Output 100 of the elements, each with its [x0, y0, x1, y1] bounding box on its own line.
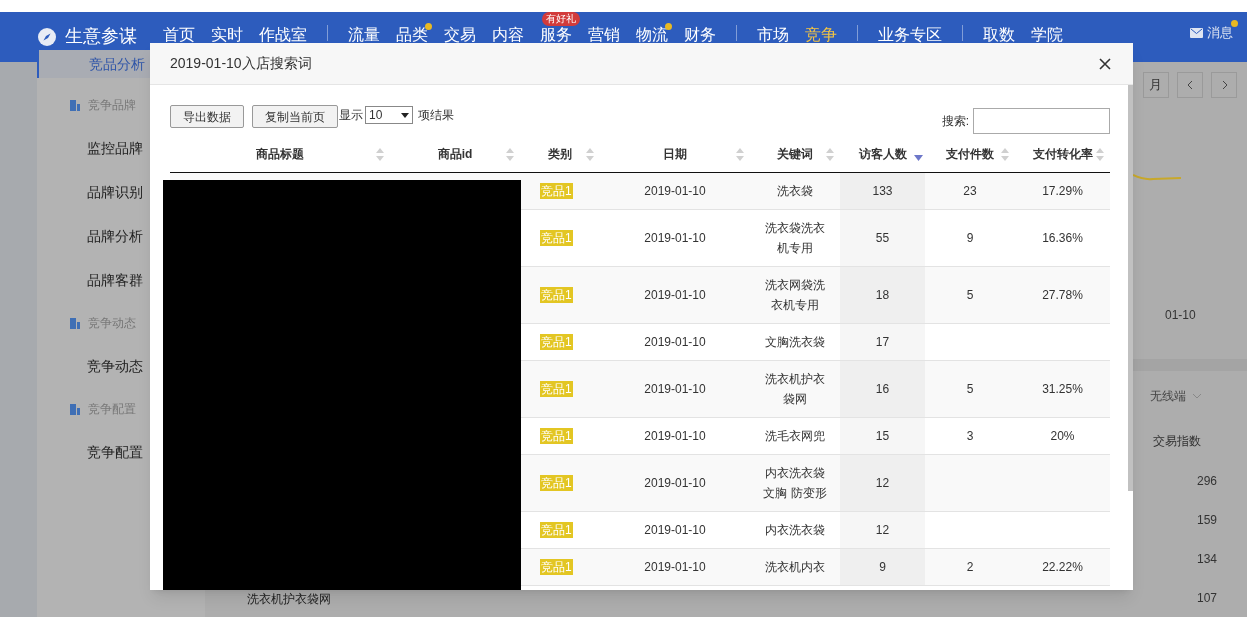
table-cell-text: 107 — [1196, 590, 1217, 607]
compass-icon — [37, 26, 57, 47]
category-tag: 竞品1 — [540, 428, 573, 444]
table-cell-text: 洗衣机护衣袋网 — [764, 371, 826, 408]
device-select[interactable]: 无线端 — [1150, 387, 1202, 405]
column-header[interactable]: 类别 — [520, 136, 600, 172]
nav-link[interactable]: 市场 — [749, 26, 797, 43]
table-cell-text: 洗衣网袋洗衣机专用 — [764, 277, 826, 314]
table-cell-text: 23 — [963, 183, 977, 200]
toolbar-button[interactable]: 复制当前页 — [252, 105, 338, 128]
nav-link[interactable]: 作战室 — [251, 26, 315, 43]
table-cell-text: 296 — [1196, 473, 1217, 490]
building-icon — [69, 403, 81, 415]
category-tag: 竞品1 — [540, 230, 573, 246]
table-cell-text: 洗衣机护衣袋网 — [247, 591, 331, 608]
table-cell-text: 134 — [1196, 551, 1217, 568]
table-cell-text: 2019-01-10 — [644, 559, 706, 576]
table-cell-text: 9 — [879, 559, 886, 576]
next-button[interactable] — [1211, 72, 1237, 98]
column-header[interactable]: 商品标题 — [170, 136, 390, 172]
toolbar-button[interactable]: 导出数据 — [170, 105, 244, 128]
table-cell-text: 2019-01-10 — [644, 230, 706, 247]
column-header[interactable]: 关键词 — [750, 136, 840, 172]
search-label: 搜索: — [941, 113, 969, 130]
table-cell-text: 5 — [966, 287, 974, 304]
nav-link[interactable]: 品类 — [388, 26, 436, 43]
length-label: 项结果 — [418, 107, 454, 124]
building-icon — [69, 99, 81, 111]
nav-link[interactable]: 取数 — [975, 26, 1023, 43]
table-cell-text: 18 — [875, 287, 890, 304]
column-header[interactable]: 日期 — [600, 136, 750, 172]
column-header[interactable]: 商品id — [390, 136, 520, 172]
table-cell-text: 5 — [966, 381, 974, 398]
table-cell-text: 内衣洗衣袋 — [764, 522, 826, 539]
messages-link[interactable]: 消息 — [1207, 23, 1233, 43]
table-cell-text: 2019-01-10 — [644, 183, 706, 200]
table-cell-text: 55 — [875, 230, 890, 247]
nav-link[interactable]: 实时 — [203, 26, 251, 43]
nav-link[interactable]: 交易 — [436, 26, 484, 43]
table-cell-text: 17 — [875, 334, 890, 351]
table-cell-text: 2019-01-10 — [644, 334, 706, 351]
nav-link[interactable]: 服务 — [532, 26, 580, 43]
search-field[interactable] — [973, 108, 1110, 134]
scrollbar[interactable] — [1128, 85, 1133, 491]
category-tag: 竞品1 — [540, 183, 573, 199]
table-cell-text: 16.36% — [1042, 230, 1083, 247]
table-cell-text: 31.25% — [1042, 381, 1083, 398]
nav-link[interactable]: 内容 — [484, 26, 532, 43]
column-header[interactable]: 访客人数 — [840, 136, 925, 172]
table-cell-text: 9 — [966, 230, 974, 247]
nav-link[interactable]: 学院 — [1023, 26, 1071, 43]
building-icon — [69, 317, 81, 329]
table-cell-text: 2019-01-10 — [644, 428, 706, 445]
table-cell-text: 20% — [1050, 428, 1075, 445]
table-cell-text: 洗衣袋 — [776, 183, 814, 200]
nav-link[interactable]: 物流 — [628, 26, 676, 43]
table-cell-text: 133 — [872, 183, 893, 200]
close-icon — [1097, 55, 1113, 72]
promo-badge: 有好礼 — [542, 12, 580, 26]
table-cell-text: 洗衣袋洗衣机专用 — [764, 220, 826, 257]
table-cell-text: 17.29% — [1042, 183, 1083, 200]
table-cell-text: 22.22% — [1042, 559, 1083, 576]
table-cell-text: 12 — [875, 475, 890, 492]
table-cell-text: 内衣洗衣袋文胸 防变形 — [763, 465, 827, 502]
table-cell-text: 12 — [875, 522, 890, 539]
nav-link[interactable]: 业务专区 — [870, 26, 950, 43]
period-button[interactable]: 月 — [1143, 72, 1169, 98]
column-header[interactable]: 支付件数 — [925, 136, 1015, 172]
table-cell-text: 159 — [1196, 512, 1217, 529]
table-cell-text: 2019-01-10 — [644, 381, 706, 398]
close-button[interactable] — [1097, 55, 1113, 72]
table-cell-text: 15 — [875, 428, 890, 445]
nav-link[interactable]: 竞争 — [797, 26, 845, 43]
table-cell-text: 2019-01-10 — [644, 287, 706, 304]
nav-link[interactable]: 营销 — [580, 26, 628, 43]
table-cell-text: 洗衣机内衣 — [764, 559, 826, 576]
category-tag: 竞品1 — [540, 381, 573, 397]
nav-link[interactable]: 流量 — [340, 26, 388, 43]
category-tag: 竞品1 — [540, 334, 573, 350]
chart-line — [1133, 174, 1183, 182]
brand-name: 生意参谋 — [65, 25, 137, 48]
table-cell-text: 27.78% — [1042, 287, 1083, 304]
category-tag: 竞品1 — [540, 559, 573, 575]
nav-link[interactable]: 首页 — [155, 26, 203, 43]
chevron-down-icon — [1192, 393, 1202, 399]
table-cell-text: 2 — [966, 559, 974, 576]
column-header[interactable]: 支付转化率 — [1015, 136, 1110, 172]
page-size-select[interactable]: 10 — [365, 106, 413, 124]
category-tag: 竞品1 — [540, 522, 573, 538]
table-cell-text: 3 — [966, 428, 974, 445]
length-label: 显示 — [339, 107, 363, 124]
previous-button[interactable] — [1177, 72, 1203, 98]
category-tag: 竞品1 — [540, 475, 573, 491]
table-cell-text: 16 — [875, 381, 890, 398]
axis-label: 01-10 — [1165, 307, 1196, 324]
nav-link[interactable]: 财务 — [676, 26, 724, 43]
table-cell-text: 文胸洗衣袋 — [764, 334, 826, 351]
category-tag: 竞品1 — [540, 287, 573, 303]
caret-icon — [401, 112, 409, 118]
mail-icon — [1190, 27, 1203, 38]
